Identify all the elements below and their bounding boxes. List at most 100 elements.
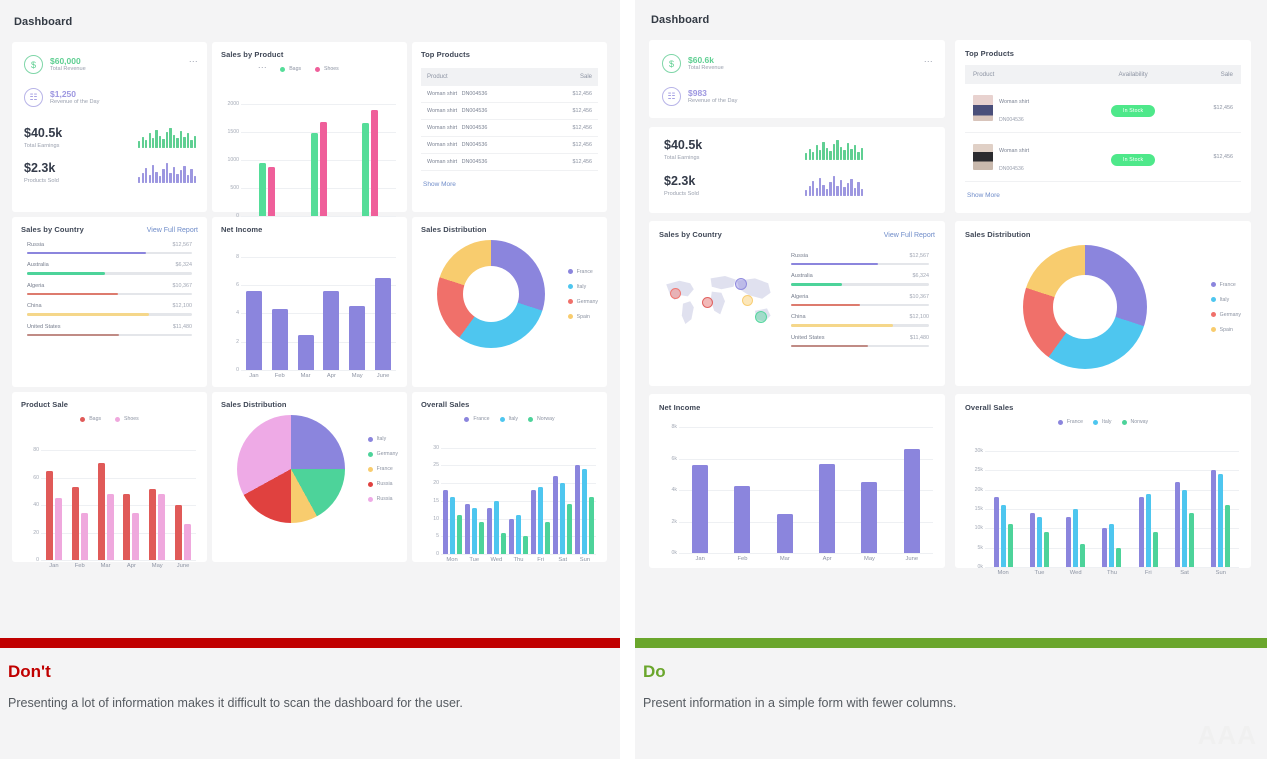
bar[interactable] [903, 449, 920, 553]
bar[interactable] [1211, 470, 1217, 567]
bar[interactable] [553, 475, 559, 554]
legend-item[interactable]: Italy [1093, 419, 1112, 425]
bar[interactable] [734, 485, 751, 553]
table-row[interactable]: Woman shirt DN004536 $12,456 [421, 136, 598, 154]
legend-item[interactable]: Spain [567, 314, 598, 320]
bar[interactable] [1080, 543, 1086, 567]
legend-item[interactable]: France [567, 269, 598, 275]
legend-item[interactable]: Italy [1210, 297, 1241, 303]
bar[interactable] [106, 494, 114, 560]
bar[interactable] [522, 536, 528, 554]
bar[interactable] [493, 500, 499, 554]
bar[interactable] [158, 494, 166, 560]
bar[interactable] [560, 483, 566, 554]
bar[interactable] [297, 334, 314, 370]
pie-graphic[interactable] [1022, 245, 1147, 369]
bar[interactable] [323, 290, 340, 370]
bar[interactable] [442, 490, 448, 554]
bar[interactable] [1218, 474, 1224, 567]
more-options-icon[interactable]: ... [189, 54, 198, 64]
table-row[interactable]: Woman shirt DN004536 $12,456 [421, 102, 598, 120]
legend-item[interactable]: Shoes [315, 66, 339, 72]
view-full-report-link[interactable]: View Full Report [147, 227, 198, 234]
bar[interactable] [1152, 532, 1158, 567]
right-more-options-icon[interactable]: ... [924, 54, 933, 64]
right-view-full-report-link[interactable]: View Full Report [884, 232, 935, 239]
legend-item[interactable]: Bags [80, 416, 101, 422]
legend-item[interactable]: France [367, 466, 398, 472]
bar[interactable] [349, 306, 366, 370]
legend-item[interactable]: Bags [280, 66, 301, 72]
bar[interactable] [310, 132, 318, 216]
bar[interactable] [375, 277, 392, 370]
bar[interactable] [538, 486, 544, 554]
bar[interactable] [456, 515, 462, 554]
bar[interactable] [1182, 489, 1188, 567]
bar[interactable] [1145, 493, 1151, 567]
bar[interactable] [449, 497, 455, 554]
bar[interactable] [1066, 516, 1072, 567]
pie-graphic[interactable] [437, 240, 546, 348]
bar[interactable] [271, 309, 288, 370]
bar[interactable] [45, 470, 53, 560]
table-row[interactable]: Woman shirt DN004536 In Stock $12,456 [965, 84, 1241, 133]
bar[interactable] [1189, 512, 1195, 567]
bar[interactable] [582, 468, 588, 554]
bar[interactable] [575, 465, 581, 554]
bar[interactable] [515, 515, 521, 554]
table-row[interactable]: Woman shirt DN004536 $12,456 [421, 119, 598, 137]
bar[interactable] [1102, 528, 1108, 567]
bar[interactable] [54, 498, 62, 560]
legend-item[interactable]: Germany [367, 451, 398, 457]
bar[interactable] [132, 513, 140, 560]
bar[interactable] [184, 524, 192, 560]
bar[interactable] [861, 482, 878, 553]
bar[interactable] [1109, 524, 1115, 567]
show-more-link[interactable]: Show More [423, 181, 598, 188]
bar[interactable] [1043, 532, 1049, 567]
bar[interactable] [1036, 516, 1042, 567]
legend-item[interactable]: Shoes [115, 416, 139, 422]
bar[interactable] [371, 110, 379, 216]
bar[interactable] [776, 513, 793, 553]
legend-item[interactable]: Spain [1210, 327, 1241, 333]
bar[interactable] [267, 167, 275, 216]
table-row[interactable]: Woman shirt DN004536 $12,456 [421, 153, 598, 171]
bar[interactable] [508, 518, 514, 554]
bar[interactable] [692, 465, 709, 553]
bar[interactable] [71, 487, 79, 560]
bar[interactable] [1116, 547, 1122, 567]
legend-item[interactable]: Russia [367, 481, 398, 487]
bar[interactable] [500, 532, 506, 554]
bar[interactable] [1073, 508, 1079, 567]
bar[interactable] [531, 490, 537, 554]
bar[interactable] [1000, 505, 1006, 567]
bar[interactable] [258, 162, 266, 216]
bar[interactable] [97, 462, 105, 560]
bar[interactable] [319, 122, 327, 216]
bar[interactable] [464, 504, 470, 554]
bar[interactable] [80, 513, 88, 560]
legend-item[interactable]: Russia [367, 496, 398, 502]
bar[interactable] [589, 497, 595, 554]
sales-by-product-more-icon[interactable]: ... [258, 60, 267, 70]
pie-graphic[interactable] [237, 415, 346, 523]
bar[interactable] [123, 494, 131, 560]
bar[interactable] [175, 505, 183, 560]
legend-item[interactable]: Norway [528, 416, 555, 422]
bar[interactable] [1175, 481, 1181, 567]
table-row[interactable]: Woman shirt DN004536 In Stock $12,456 [965, 132, 1241, 182]
legend-item[interactable]: Norway [1121, 419, 1148, 425]
bar[interactable] [567, 504, 573, 554]
bar[interactable] [1029, 512, 1035, 567]
bar[interactable] [1007, 524, 1013, 567]
bar[interactable] [149, 488, 157, 560]
bar[interactable] [993, 497, 999, 567]
right-show-more-link[interactable]: Show More [967, 192, 1241, 199]
bar[interactable] [478, 522, 484, 554]
bar[interactable] [819, 463, 836, 553]
bar[interactable] [245, 290, 262, 370]
bar[interactable] [362, 123, 370, 216]
legend-item[interactable]: France [1057, 419, 1083, 425]
table-row[interactable]: Woman shirt DN004536 $12,456 [421, 86, 598, 103]
